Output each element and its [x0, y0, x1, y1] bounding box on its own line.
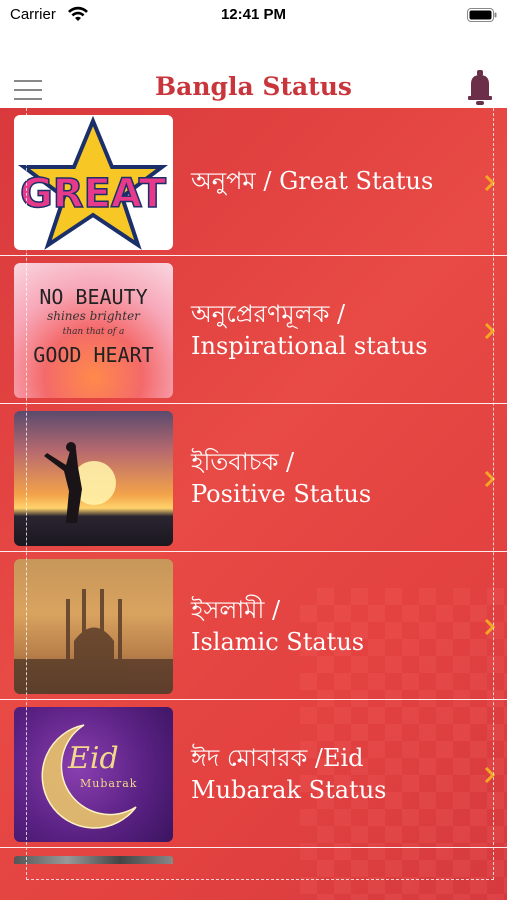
row-title: অনুপম / Great Status [191, 167, 434, 195]
row-label: অনুপম / Great Status [191, 165, 476, 197]
chevron-right-icon [484, 618, 496, 636]
partial-next-thumbnail [14, 856, 173, 864]
row-title: ইসলামী / [191, 596, 281, 624]
list-item-islamic-status[interactable]: ইসলামী / Islamic Status [0, 552, 507, 700]
sunset-silhouette-thumbnail [14, 411, 173, 546]
row-label: ইতিবাচক / Positive Status [191, 446, 476, 510]
row-title: ইতিবাচক / [191, 448, 295, 476]
row-title: অনুপ্রেরণমূলক / [191, 300, 346, 328]
page-title: Bangla Status [155, 72, 352, 101]
list-item-positive-status[interactable]: ইতিবাচক / Positive Status [0, 404, 507, 552]
great-star-thumbnail: GREAT [14, 115, 173, 250]
list-item-inspirational-status[interactable]: NO BEAUTY shines brighter than that of a… [0, 256, 507, 404]
chevron-right-icon [484, 766, 496, 784]
chevron-right-icon [484, 322, 496, 340]
row-label: ইসলামী / Islamic Status [191, 594, 476, 658]
mosque-sunset-thumbnail [14, 559, 173, 694]
status-bar: Carrier 12:41 PM [0, 0, 507, 32]
clock: 12:41 PM [220, 6, 287, 23]
eid-moon-thumbnail: Eid Mubarak [14, 707, 173, 842]
navigation-bar: Bangla Status [0, 60, 507, 112]
bell-icon[interactable] [467, 66, 493, 106]
list-item-great-status[interactable]: GREAT অনুপম / Great Status [0, 108, 507, 256]
list-item-eid-mubarak-status[interactable]: Eid Mubarak ঈদ মোবারক /Eid Mubarak Statu… [0, 700, 507, 848]
row-subtitle: Mubarak Status [191, 776, 387, 804]
no-beauty-quote-thumbnail: NO BEAUTY shines brighter than that of a… [14, 263, 173, 398]
row-label: অনুপ্রেরণমূলক / Inspirational status [191, 298, 476, 362]
chevron-right-icon [484, 470, 496, 488]
status-category-list: GREAT অনুপম / Great Status NO BEAUTY shi… [0, 108, 507, 900]
row-subtitle: Inspirational status [191, 332, 428, 360]
row-title: ঈদ মোবারক /Eid [191, 744, 364, 772]
chevron-right-icon [484, 174, 496, 192]
great-sticker-text: GREAT [20, 171, 167, 217]
battery-icon [467, 8, 497, 22]
row-subtitle: Islamic Status [191, 628, 365, 656]
row-subtitle: Positive Status [191, 480, 372, 508]
row-label: ঈদ মোবারক /Eid Mubarak Status [191, 742, 476, 806]
row-divider [0, 847, 507, 848]
